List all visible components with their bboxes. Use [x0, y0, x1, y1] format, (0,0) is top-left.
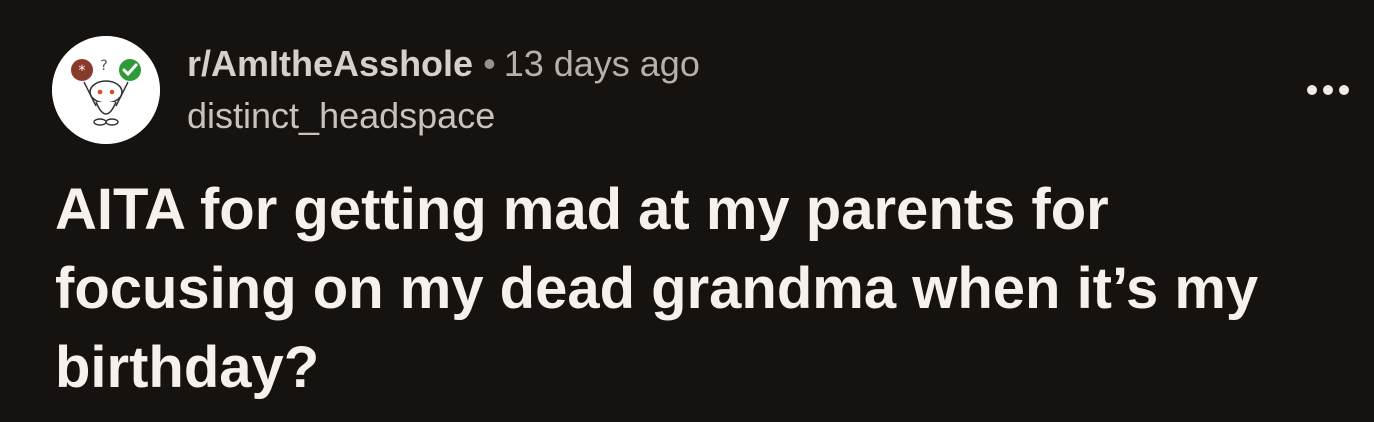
author-link[interactable]: distinct_headspace: [187, 92, 700, 140]
subreddit-avatar-icon[interactable]: * ?: [52, 36, 160, 144]
svg-text:?: ?: [100, 58, 107, 74]
post-meta-line: r/AmItheAsshole • 13 days ago: [187, 40, 700, 88]
menu-dot: [1323, 85, 1333, 95]
menu-dot: [1339, 85, 1349, 95]
svg-text:*: *: [79, 63, 86, 79]
post-meta: r/AmItheAsshole • 13 days ago distinct_hea…: [187, 40, 700, 140]
post-timestamp: 13 days ago: [503, 43, 700, 84]
menu-dot: [1307, 85, 1317, 95]
post-card: * ? r/AmItheAsshole • 13 days ago distinct…: [0, 0, 1374, 422]
more-horizontal-icon[interactable]: [1300, 76, 1356, 104]
post-title[interactable]: AITA for getting mad at my parents for f…: [55, 170, 1345, 407]
meta-separator: •: [483, 43, 496, 84]
subreddit-link[interactable]: r/AmItheAsshole: [187, 43, 473, 84]
